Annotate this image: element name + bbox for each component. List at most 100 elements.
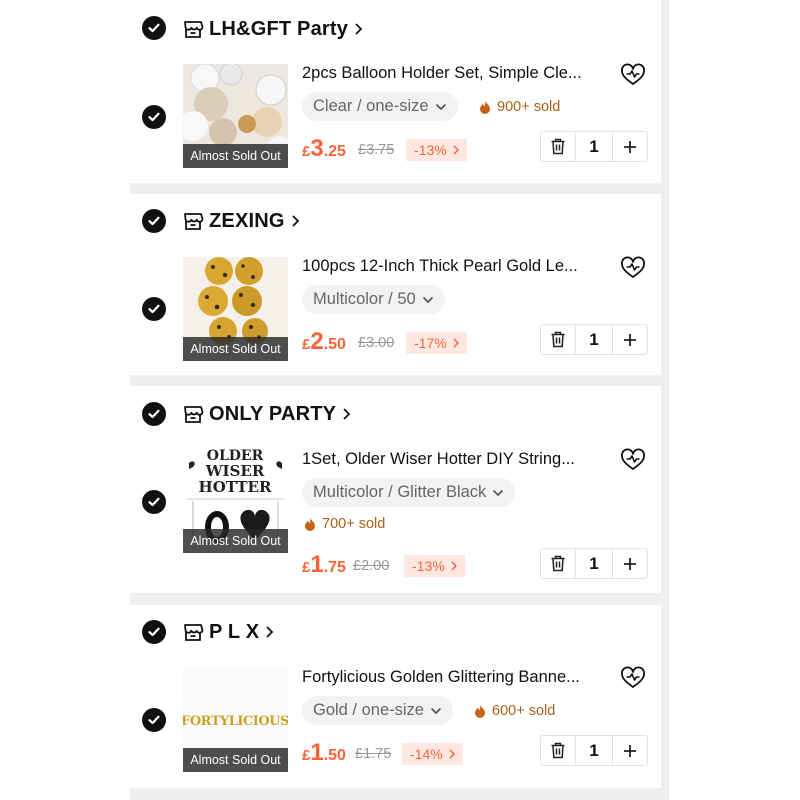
- increase-button[interactable]: [613, 549, 647, 578]
- variant-selector[interactable]: Multicolor / Glitter Black: [302, 478, 516, 507]
- sold-text: 700+ sold: [322, 516, 386, 532]
- checkmark-icon: [148, 216, 160, 226]
- price-currency: £: [302, 143, 311, 160]
- store-select-checkbox[interactable]: [142, 402, 166, 426]
- sale-price: £ 1 .50: [302, 739, 346, 767]
- store-select-checkbox[interactable]: [142, 620, 166, 644]
- delete-button[interactable]: [541, 736, 575, 765]
- discount-badge[interactable]: -13%: [404, 555, 465, 577]
- price-decimal: .50: [323, 747, 346, 764]
- product-title[interactable]: 1Set, Older Wiser Hotter DIY String...: [302, 450, 612, 469]
- chevron-right-icon: [342, 407, 351, 421]
- wishlist-heart-icon[interactable]: [620, 448, 646, 472]
- increase-button[interactable]: [613, 132, 647, 161]
- quantity-stepper: 1: [540, 735, 648, 766]
- chevron-right-icon: [453, 145, 459, 155]
- chevron-down-icon: [435, 103, 447, 111]
- right-edge-divider: [661, 0, 669, 800]
- store-link[interactable]: LH&GFT Party: [182, 14, 363, 44]
- product-title[interactable]: 100pcs 12-Inch Thick Pearl Gold Le...: [302, 257, 612, 276]
- banner-letter-text: HOTTER: [199, 478, 272, 496]
- store-name: P L X: [209, 620, 260, 643]
- item-select-checkbox[interactable]: [142, 105, 166, 129]
- wishlist-heart-icon[interactable]: [620, 63, 646, 87]
- sale-price: £ 2 .50: [302, 328, 346, 356]
- almost-sold-out-badge: Almost Sold Out: [183, 144, 288, 168]
- chevron-right-icon: [451, 561, 457, 571]
- delete-button[interactable]: [541, 549, 575, 578]
- trash-icon: [551, 138, 565, 155]
- discount-badge[interactable]: -14%: [402, 743, 463, 765]
- store-name: ZEXING: [209, 209, 285, 232]
- sold-text: 900+ sold: [497, 99, 561, 115]
- checkmark-icon: [148, 23, 160, 33]
- discount-text: -14%: [410, 746, 443, 762]
- checkmark-icon: [148, 304, 160, 314]
- store-link[interactable]: ZEXING: [182, 206, 300, 236]
- store-select-checkbox[interactable]: [142, 209, 166, 233]
- product-image[interactable]: Almost Sold Out: [183, 257, 288, 361]
- variant-label: Clear / one-size: [313, 97, 429, 115]
- product-title[interactable]: Fortylicious Golden Glittering Banne...: [302, 668, 612, 687]
- variant-selector[interactable]: Gold / one-size: [302, 696, 453, 725]
- product-image[interactable]: FORTYLICIOUS Almost Sold Out: [183, 668, 288, 772]
- wishlist-heart-icon[interactable]: [620, 666, 646, 690]
- almost-sold-out-badge: Almost Sold Out: [183, 337, 288, 361]
- plus-icon: [624, 140, 636, 153]
- chevron-down-icon: [430, 707, 442, 715]
- original-price: £2.00: [353, 558, 390, 574]
- discount-text: -17%: [414, 335, 447, 351]
- quantity-value[interactable]: 1: [575, 549, 613, 578]
- store-icon: [182, 403, 204, 425]
- variant-selector[interactable]: Clear / one-size: [302, 92, 458, 121]
- store-link[interactable]: P L X: [182, 617, 274, 647]
- cart-store-section: LH&GFT Party Almost Sold Out 2pcs Balloo…: [130, 0, 661, 183]
- store-select-checkbox[interactable]: [142, 16, 166, 40]
- chevron-right-icon: [449, 749, 455, 759]
- quantity-stepper: 1: [540, 131, 648, 162]
- price-currency: £: [302, 336, 311, 353]
- item-select-checkbox[interactable]: [142, 708, 166, 732]
- product-image[interactable]: OLDER WISER HOTTER Almost Sold Out: [183, 449, 288, 553]
- cart-store-section: ONLY PARTY OLDER WISER HOTTER Almost Sol…: [130, 386, 661, 593]
- original-price: £3.75: [358, 142, 395, 158]
- checkmark-icon: [148, 497, 160, 507]
- store-icon: [182, 18, 204, 40]
- sold-count: 900+ sold: [479, 97, 560, 117]
- quantity-stepper: 1: [540, 324, 648, 355]
- plus-icon: [624, 744, 636, 757]
- checkmark-icon: [148, 627, 160, 637]
- sale-price: £ 3 .25: [302, 135, 346, 163]
- quantity-value[interactable]: 1: [575, 325, 613, 354]
- quantity-value[interactable]: 1: [575, 736, 613, 765]
- delete-button[interactable]: [541, 132, 575, 161]
- quantity-stepper: 1: [540, 548, 648, 579]
- price-decimal: .25: [323, 143, 346, 160]
- trash-icon: [551, 331, 565, 348]
- store-link[interactable]: ONLY PARTY: [182, 399, 351, 429]
- discount-badge[interactable]: -17%: [406, 332, 467, 354]
- chevron-right-icon: [265, 625, 274, 639]
- product-image[interactable]: Almost Sold Out: [183, 64, 288, 168]
- price-integer: 1: [310, 551, 324, 578]
- sold-text: 600+ sold: [492, 703, 556, 719]
- chevron-right-icon: [354, 22, 363, 36]
- price-integer: 3: [310, 135, 324, 162]
- plus-icon: [624, 557, 636, 570]
- discount-badge[interactable]: -13%: [406, 139, 467, 161]
- item-select-checkbox[interactable]: [142, 490, 166, 514]
- almost-sold-out-badge: Almost Sold Out: [183, 748, 288, 772]
- store-name: ONLY PARTY: [209, 402, 337, 425]
- increase-button[interactable]: [613, 325, 647, 354]
- chevron-down-icon: [492, 489, 504, 497]
- almost-sold-out-badge: Almost Sold Out: [183, 529, 288, 553]
- price-currency: £: [302, 559, 311, 576]
- variant-selector[interactable]: Multicolor / 50: [302, 285, 445, 314]
- item-select-checkbox[interactable]: [142, 297, 166, 321]
- product-title[interactable]: 2pcs Balloon Holder Set, Simple Cle...: [302, 64, 612, 83]
- wishlist-heart-icon[interactable]: [620, 256, 646, 280]
- increase-button[interactable]: [613, 736, 647, 765]
- quantity-value[interactable]: 1: [575, 132, 613, 161]
- trash-icon: [551, 555, 565, 572]
- delete-button[interactable]: [541, 325, 575, 354]
